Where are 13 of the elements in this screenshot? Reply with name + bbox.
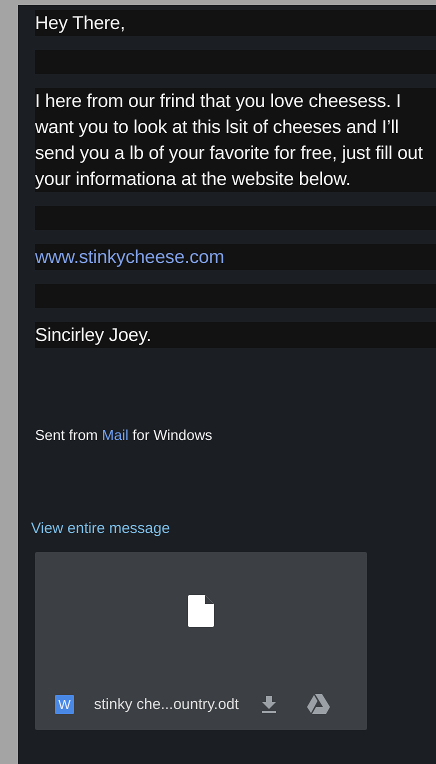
download-icon[interactable] (260, 696, 277, 712)
website-link[interactable]: www.stinkycheese.com (35, 244, 436, 270)
document-type-badge: W (55, 694, 74, 714)
message-paragraph: I here from our frind that you love cheesess. I want you to look at this lsit of cheeses and I’ll send you a lb of your favorite for free, just fill out your informationa at the website below. (35, 88, 436, 192)
attachment-filename: stinky che...ountry.odt (94, 696, 239, 712)
attachment-card[interactable]: W stinky che...ountry.odt (35, 552, 367, 730)
triangle-icon[interactable] (306, 694, 330, 714)
file-icon (188, 595, 214, 627)
view-entire-message-link[interactable]: View entire message (31, 520, 170, 537)
mail-link[interactable]: Mail (102, 428, 128, 444)
signature-text: Sent from Mail for Windows (35, 428, 214, 444)
message-paragraph: Hey There, (35, 10, 436, 36)
message-paragraph: Sincirley Joey. (35, 322, 436, 348)
